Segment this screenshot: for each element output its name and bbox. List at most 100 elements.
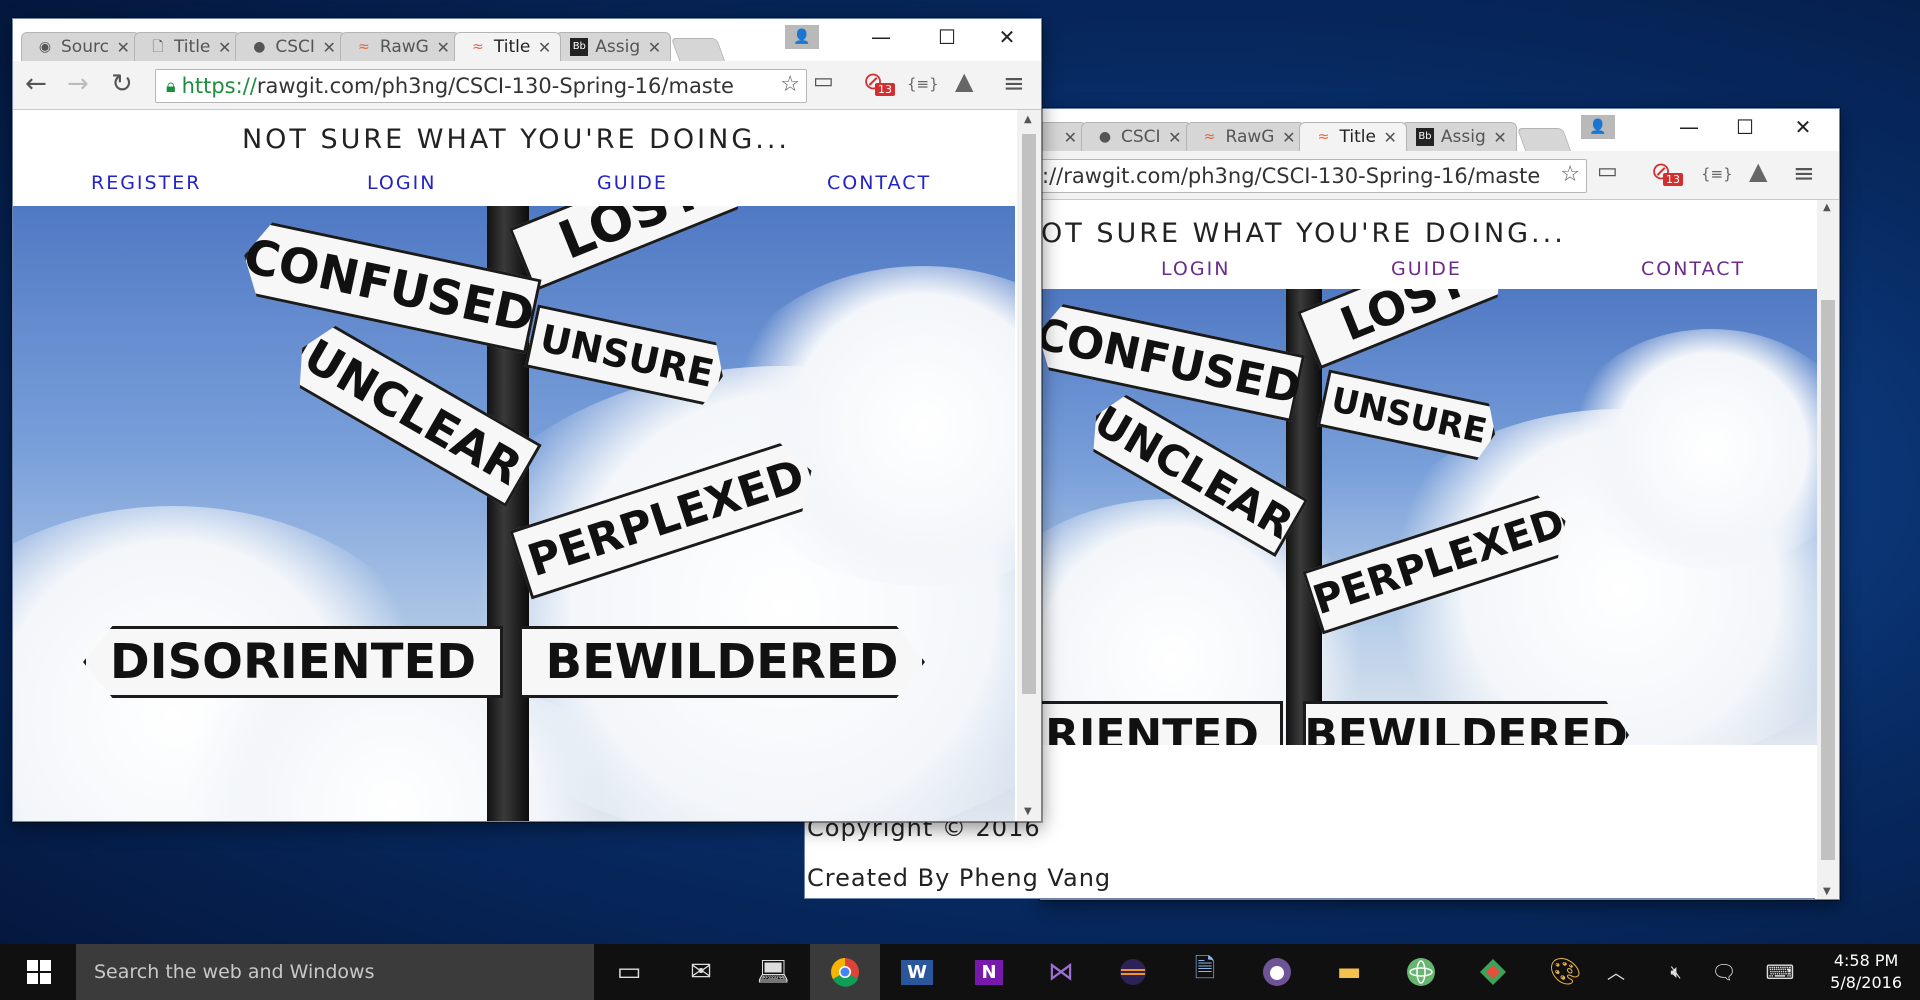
volume-icon[interactable]: 🔇︎ bbox=[1656, 944, 1696, 1000]
search-placeholder: Search the web and Windows bbox=[94, 961, 375, 983]
profile-icon[interactable]: 👤 bbox=[1581, 115, 1615, 139]
json-viewer-icon[interactable]: {≡} bbox=[1701, 165, 1733, 183]
close-icon[interactable]: ✕ bbox=[436, 38, 449, 57]
maximize-button[interactable]: ☐ bbox=[1717, 109, 1773, 145]
scrollbar[interactable]: ▲ ▼ bbox=[1017, 110, 1041, 821]
title-bar[interactable]: ◉ Sourc ✕ 🗋 Title ✕ ● CSCI ✕ ≈ RawG ✕ ≈ bbox=[13, 19, 1041, 61]
tab[interactable]: Bb Assig ✕ bbox=[1400, 122, 1517, 151]
close-window-button[interactable]: ✕ bbox=[1775, 109, 1831, 145]
github-desktop-icon[interactable] bbox=[1242, 944, 1312, 1000]
atom-icon[interactable] bbox=[1386, 944, 1456, 1000]
file-explorer-icon[interactable]: ▬ bbox=[1314, 944, 1384, 1000]
scrollbar-thumb[interactable] bbox=[1022, 134, 1036, 694]
extension-badge: 13 bbox=[1663, 173, 1683, 186]
start-button[interactable] bbox=[4, 944, 74, 1000]
close-icon[interactable]: ✕ bbox=[323, 38, 336, 57]
tab[interactable]: ◉ Sourc ✕ bbox=[21, 32, 140, 61]
paint-icon[interactable]: 🎨︎ bbox=[1530, 944, 1600, 1000]
tab[interactable]: Bb Assig ✕ bbox=[555, 32, 672, 61]
tab-label: Sourc bbox=[61, 37, 109, 57]
word-icon[interactable]: W bbox=[882, 944, 952, 1000]
close-icon[interactable]: ✕ bbox=[117, 38, 130, 57]
close-icon[interactable]: ✕ bbox=[648, 38, 661, 57]
close-icon[interactable]: ✕ bbox=[1168, 128, 1181, 147]
scroll-up-icon[interactable]: ▲ bbox=[1024, 114, 1032, 125]
computer-icon[interactable]: 💻︎ bbox=[738, 944, 808, 1000]
close-window-button[interactable]: ✕ bbox=[979, 19, 1035, 55]
tab[interactable]: 🗋 Title ✕ bbox=[133, 32, 242, 61]
onenote-icon[interactable]: N bbox=[954, 944, 1024, 1000]
chrome-icon[interactable] bbox=[810, 944, 880, 1000]
tab-label: Title bbox=[493, 37, 531, 57]
address-bar[interactable]: ://rawgit.com/ph3ng/CSCI-130-Spring-16/m… bbox=[1041, 159, 1587, 193]
keyboard-icon[interactable]: ⌨ bbox=[1756, 944, 1804, 1000]
minimize-button[interactable]: — bbox=[1661, 109, 1717, 145]
cast-icon[interactable]: ▭ bbox=[1597, 159, 1618, 184]
minimize-button[interactable]: — bbox=[853, 19, 909, 55]
footer-credit: Created By Pheng Vang bbox=[807, 864, 1112, 892]
tab-label: RawG bbox=[1225, 127, 1275, 147]
sign-lost: LOST bbox=[509, 206, 753, 292]
close-icon[interactable]: ✕ bbox=[538, 38, 551, 57]
reload-icon[interactable]: ↻ bbox=[111, 69, 133, 99]
close-icon[interactable]: ✕ bbox=[1282, 128, 1295, 147]
back-icon[interactable]: ← bbox=[25, 69, 47, 99]
nav-login[interactable]: LOGIN bbox=[367, 172, 436, 194]
tab[interactable]: ≈ RawG ✕ bbox=[339, 32, 460, 61]
nav-register[interactable]: REGISTER bbox=[91, 172, 201, 194]
star-icon[interactable]: ☆ bbox=[780, 72, 800, 97]
visual-studio-icon[interactable]: ⋈ bbox=[1026, 944, 1096, 1000]
system-clock[interactable]: 4:58 PM 5/8/2016 bbox=[1830, 950, 1902, 994]
maximize-button[interactable]: ☐ bbox=[919, 19, 975, 55]
tab-strip: ✕ ● CSCI ✕ ≈ RawG ✕ ≈ Title ✕ Bb Assig ✕ bbox=[1041, 121, 1571, 151]
task-view-icon[interactable]: ▭ bbox=[594, 944, 664, 1000]
github-icon: ● bbox=[1098, 129, 1112, 145]
scroll-down-icon[interactable]: ▼ bbox=[1024, 806, 1032, 817]
notepad-icon[interactable]: 🗎 bbox=[1170, 944, 1240, 1000]
nav-contact[interactable]: CONTACT bbox=[1641, 258, 1745, 280]
scrollbar[interactable]: ▲ ▼ bbox=[1817, 200, 1839, 899]
tab[interactable]: ● CSCI ✕ bbox=[235, 32, 346, 61]
show-hidden-icons[interactable]: ︿ bbox=[1596, 944, 1636, 1000]
notifications-icon[interactable]: 🗨︎ bbox=[1704, 944, 1744, 1000]
close-icon[interactable]: ✕ bbox=[1384, 128, 1397, 147]
star-icon[interactable]: ☆ bbox=[1560, 162, 1580, 187]
address-bar[interactable]: 🔒︎ https://rawgit.com/ph3ng/CSCI-130-Spr… bbox=[155, 69, 807, 103]
scroll-down-icon[interactable]: ▼ bbox=[1823, 886, 1831, 897]
json-viewer-icon[interactable]: {≡} bbox=[907, 75, 939, 93]
tab-label: Title bbox=[1339, 127, 1376, 147]
nav-login[interactable]: LOGIN bbox=[1161, 258, 1230, 280]
cast-icon[interactable]: ▭ bbox=[813, 69, 834, 94]
toolbar: ← → ↻ 🔒︎ https://rawgit.com/ph3ng/CSCI-1… bbox=[13, 61, 1041, 110]
drive-icon[interactable]: ▲ bbox=[1749, 157, 1767, 185]
scrollbar-thumb[interactable] bbox=[1821, 300, 1835, 860]
sign-bewildered: BEWILDERED bbox=[519, 626, 925, 698]
gitkraken-icon[interactable] bbox=[1458, 944, 1528, 1000]
tab[interactable]: ≈ RawG ✕ bbox=[1185, 122, 1306, 151]
new-tab-button[interactable] bbox=[1516, 128, 1571, 151]
title-bar[interactable]: ✕ ● CSCI ✕ ≈ RawG ✕ ≈ Title ✕ Bb Assig ✕ bbox=[1041, 109, 1839, 151]
menu-icon[interactable]: ≡ bbox=[1793, 159, 1815, 189]
tab[interactable]: ✕ bbox=[1041, 122, 1087, 151]
sign-disoriented: DISORIENTED bbox=[83, 626, 503, 698]
profile-icon[interactable]: 👤 bbox=[785, 25, 819, 49]
browser-window-front[interactable]: ◉ Sourc ✕ 🗋 Title ✕ ● CSCI ✕ ≈ RawG ✕ ≈ bbox=[12, 18, 1042, 822]
forward-icon[interactable]: → bbox=[67, 69, 89, 99]
nav-contact[interactable]: CONTACT bbox=[827, 172, 931, 194]
tab-active[interactable]: ≈ Title ✕ bbox=[1299, 122, 1407, 151]
close-icon[interactable]: ✕ bbox=[1064, 128, 1077, 147]
tab-active[interactable]: ≈ Title ✕ bbox=[453, 32, 562, 61]
new-tab-button[interactable] bbox=[670, 38, 726, 61]
taskbar-search[interactable]: Search the web and Windows bbox=[76, 944, 594, 1000]
close-icon[interactable]: ✕ bbox=[1493, 128, 1506, 147]
browser-window-back[interactable]: ✕ ● CSCI ✕ ≈ RawG ✕ ≈ Title ✕ Bb Assig ✕ bbox=[1040, 108, 1840, 900]
nav-guide[interactable]: GUIDE bbox=[597, 172, 668, 194]
menu-icon[interactable]: ≡ bbox=[1003, 69, 1025, 99]
tab[interactable]: ● CSCI ✕ bbox=[1081, 122, 1192, 151]
mail-icon[interactable]: ✉ bbox=[666, 944, 736, 1000]
scroll-up-icon[interactable]: ▲ bbox=[1823, 202, 1831, 213]
eclipse-icon[interactable] bbox=[1098, 944, 1168, 1000]
nav-guide[interactable]: GUIDE bbox=[1391, 258, 1462, 280]
close-icon[interactable]: ✕ bbox=[218, 38, 231, 57]
drive-icon[interactable]: ▲ bbox=[955, 67, 973, 95]
